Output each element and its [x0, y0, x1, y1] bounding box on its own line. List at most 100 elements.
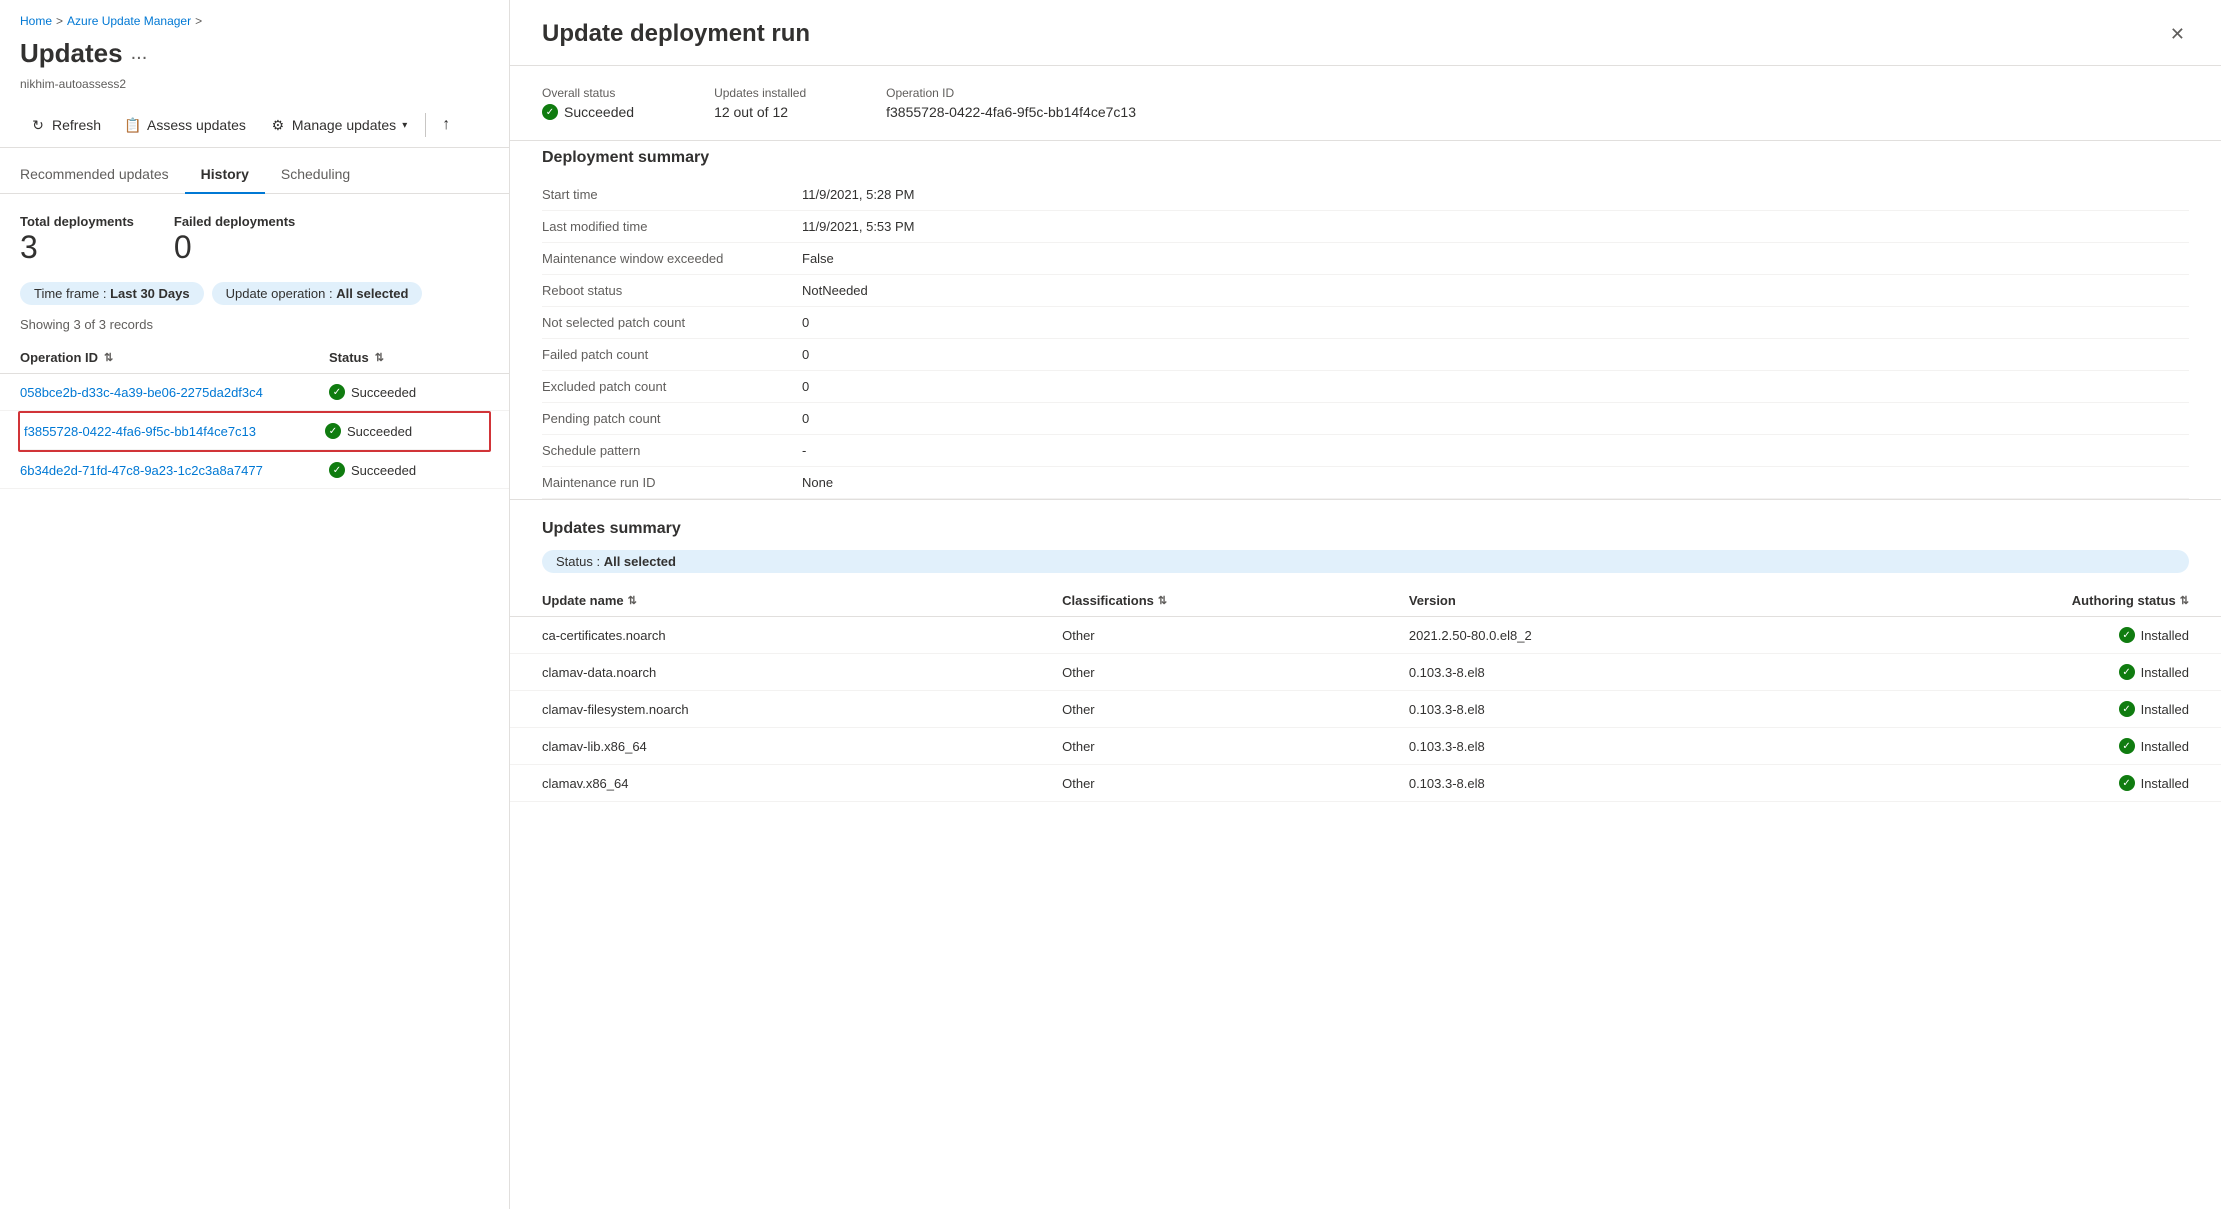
operation-label: Update operation :: [226, 286, 333, 301]
operation-id-link-1[interactable]: 058bce2b-d33c-4a39-be06-2275da2df3c4: [20, 385, 329, 400]
manage-icon: ⚙: [270, 117, 286, 133]
update-name-sort-icon[interactable]: ⇅: [628, 594, 637, 607]
update-class-2: Other: [1062, 665, 1409, 680]
summary-val-not-selected: 0: [802, 315, 809, 330]
tabs: Recommended updates History Scheduling: [0, 156, 509, 194]
summary-key-start-time: Start time: [542, 187, 802, 202]
updates-table-row[interactable]: clamav-lib.x86_64 Other 0.103.3-8.el8 ✓ …: [510, 728, 2221, 765]
operation-value: All selected: [336, 286, 408, 301]
summary-key-last-modified: Last modified time: [542, 219, 802, 234]
breadcrumb-azure[interactable]: Azure Update Manager: [67, 14, 191, 28]
refresh-button[interactable]: ↻ Refresh: [20, 111, 111, 139]
table-row[interactable]: 058bce2b-d33c-4a39-be06-2275da2df3c4 ✓ S…: [0, 374, 509, 411]
update-auth-sort-icon[interactable]: ⇅: [2180, 594, 2189, 607]
status-label-1: Succeeded: [351, 385, 416, 400]
time-frame-filter[interactable]: Time frame : Last 30 Days: [20, 282, 204, 305]
updates-table-row[interactable]: clamav-filesystem.noarch Other 0.103.3-8…: [510, 691, 2221, 728]
summary-row-pending-patch: Pending patch count 0: [542, 403, 2189, 435]
summary-key-maintenance-run: Maintenance run ID: [542, 475, 802, 490]
failed-deployments-label: Failed deployments: [174, 214, 295, 229]
table-row-selected[interactable]: f3855728-0422-4fa6-9f5c-bb14f4ce7c13 ✓ S…: [20, 413, 489, 450]
update-version-1: 2021.2.50-80.0.el8_2: [1409, 628, 1842, 643]
assess-updates-button[interactable]: 📋 Assess updates: [115, 111, 256, 139]
overall-status-block: Overall status ✓ Succeeded: [542, 86, 634, 120]
summary-key-maintenance-window: Maintenance window exceeded: [542, 251, 802, 266]
overall-status-label: Overall status: [542, 86, 634, 100]
manage-label: Manage updates: [292, 117, 396, 133]
summary-row-start-time: Start time 11/9/2021, 5:28 PM: [542, 179, 2189, 211]
summary-key-pending-patch: Pending patch count: [542, 411, 802, 426]
update-name-1: ca-certificates.noarch: [542, 628, 1062, 643]
summary-key-schedule-pattern: Schedule pattern: [542, 443, 802, 458]
operation-id-link-3[interactable]: 6b34de2d-71fd-47c8-9a23-1c2c3a8a7477: [20, 463, 329, 478]
update-version-4: 0.103.3-8.el8: [1409, 739, 1842, 754]
records-count: Showing 3 of 3 records: [0, 317, 509, 342]
updates-table-row[interactable]: clamav.x86_64 Other 0.103.3-8.el8 ✓ Inst…: [510, 765, 2221, 802]
summary-row-excluded-patch: Excluded patch count 0: [542, 371, 2189, 403]
breadcrumb: Home > Azure Update Manager >: [0, 0, 509, 34]
assess-icon: 📋: [125, 117, 141, 133]
status-label-3: Succeeded: [351, 463, 416, 478]
updates-table-row[interactable]: clamav-data.noarch Other 0.103.3-8.el8 ✓…: [510, 654, 2221, 691]
manage-updates-button[interactable]: ⚙ Manage updates ▾: [260, 111, 417, 139]
operation-sort-icon[interactable]: ⇅: [104, 351, 113, 364]
page-more-options[interactable]: ...: [131, 42, 148, 65]
auth-icon-5: ✓: [2119, 775, 2135, 791]
operation-id-label: Operation ID: [886, 86, 1136, 100]
updates-table-header: Update name ⇅ Classifications ⇅ Version …: [510, 585, 2221, 617]
row-status-1: ✓ Succeeded: [329, 384, 489, 400]
summary-val-start-time: 11/9/2021, 5:28 PM: [802, 187, 915, 202]
summary-row-maintenance-window: Maintenance window exceeded False: [542, 243, 2189, 275]
status-filter-label: Status :: [556, 554, 600, 569]
overall-status-value: ✓ Succeeded: [542, 104, 634, 120]
total-deployments-label: Total deployments: [20, 214, 134, 229]
status-filter-value: All selected: [604, 554, 676, 569]
update-name-4: clamav-lib.x86_64: [542, 739, 1062, 754]
deployment-summary-title: Deployment summary: [510, 140, 2221, 179]
summary-row-maintenance-run: Maintenance run ID None: [542, 467, 2189, 499]
auth-icon-4: ✓: [2119, 738, 2135, 754]
updates-installed-block: Updates installed 12 out of 12: [714, 86, 806, 120]
updates-table-row[interactable]: ca-certificates.noarch Other 2021.2.50-8…: [510, 617, 2221, 654]
upload-button[interactable]: ↑: [434, 112, 458, 138]
operation-id-link-2[interactable]: f3855728-0422-4fa6-9f5c-bb14f4ce7c13: [24, 424, 325, 439]
auth-icon-2: ✓: [2119, 664, 2135, 680]
summary-val-schedule-pattern: -: [802, 443, 806, 458]
page-title-row: Updates ...: [0, 34, 509, 77]
tab-scheduling[interactable]: Scheduling: [265, 156, 366, 194]
time-frame-value: Last 30 Days: [110, 286, 190, 301]
updates-col-version-header: Version: [1409, 593, 1842, 608]
breadcrumb-home[interactable]: Home: [20, 14, 52, 28]
col-status-header: Status ⇅: [329, 350, 489, 365]
status-icon-succeeded-2: ✓: [325, 423, 341, 439]
summary-key-not-selected: Not selected patch count: [542, 315, 802, 330]
table-row[interactable]: 6b34de2d-71fd-47c8-9a23-1c2c3a8a7477 ✓ S…: [0, 452, 509, 489]
update-auth-5: ✓ Installed: [1842, 775, 2189, 791]
panel-title: Update deployment run: [542, 20, 810, 48]
updates-col-name-header: Update name ⇅: [542, 593, 1062, 608]
status-filter-chip[interactable]: Status : All selected: [542, 550, 2189, 573]
tab-history[interactable]: History: [185, 156, 265, 194]
update-class-sort-icon[interactable]: ⇅: [1158, 594, 1167, 607]
operation-filter[interactable]: Update operation : All selected: [212, 282, 423, 305]
tab-recommended-updates[interactable]: Recommended updates: [20, 156, 185, 194]
update-name-2: clamav-data.noarch: [542, 665, 1062, 680]
status-label-2: Succeeded: [347, 424, 412, 439]
status-icon-succeeded-1: ✓: [329, 384, 345, 400]
failed-deployments-block: Failed deployments 0: [174, 214, 295, 266]
failed-deployments-value: 0: [174, 229, 295, 266]
summary-row-not-selected: Not selected patch count 0: [542, 307, 2189, 339]
update-class-1: Other: [1062, 628, 1409, 643]
stats-row: Total deployments 3 Failed deployments 0: [0, 194, 509, 282]
time-frame-label: Time frame :: [34, 286, 106, 301]
row-status-3: ✓ Succeeded: [329, 462, 489, 478]
manage-dropdown-icon: ▾: [402, 120, 407, 131]
update-class-3: Other: [1062, 702, 1409, 717]
refresh-label: Refresh: [52, 117, 101, 133]
update-version-3: 0.103.3-8.el8: [1409, 702, 1842, 717]
updates-col-class-header: Classifications ⇅: [1062, 593, 1409, 608]
close-button[interactable]: ✕: [2166, 20, 2189, 49]
toolbar-divider: [425, 113, 426, 137]
updates-col-auth-header: Authoring status ⇅: [1842, 593, 2189, 608]
status-sort-icon[interactable]: ⇅: [375, 351, 384, 364]
